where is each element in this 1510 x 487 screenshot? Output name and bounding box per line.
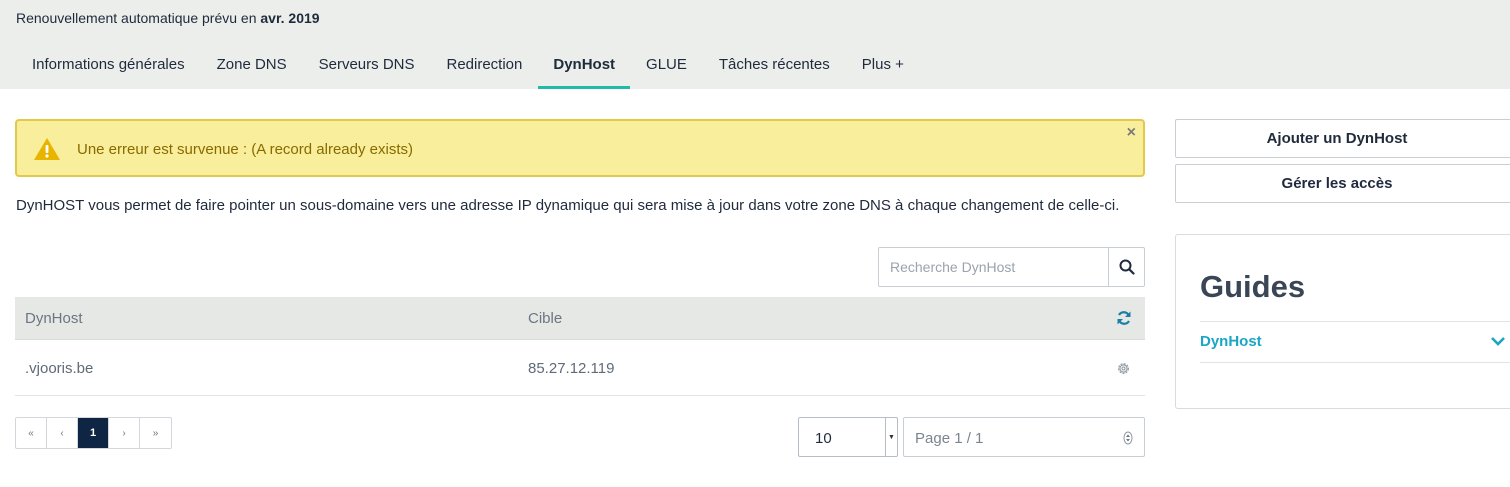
spinner-arrows-icon [1123,431,1133,445]
page-select-value: Page 1 / 1 [915,430,984,447]
tab-redirection[interactable]: Redirection [430,46,538,89]
manage-access-label: Gérer les accès [1281,175,1393,192]
refresh-icon[interactable] [1116,310,1132,326]
manage-access-button[interactable]: Gérer les accès [1175,164,1510,203]
column-header-dynhost[interactable]: DynHost [25,310,83,327]
divider [1200,321,1510,322]
add-dynhost-button[interactable]: Ajouter un DynHost [1175,119,1510,158]
prev-page-button[interactable]: ‹ [47,418,78,448]
per-page-value: 10 [815,430,832,447]
close-icon[interactable]: × [1127,124,1136,142]
next-page-button[interactable]: › [109,418,140,448]
table-row: .vjooris.be 85.27.12.119 [15,340,1145,396]
dynhost-table: DynHost Cible .vjooris.be 85.27.12.119 [15,297,1145,396]
search-button[interactable] [1108,248,1144,286]
per-page-select[interactable]: 10 ▼ [798,417,898,457]
add-dynhost-label: Ajouter un DynHost [1266,130,1408,147]
warning-icon [34,138,60,160]
tab-dns-zone[interactable]: Zone DNS [201,46,303,89]
gear-icon[interactable] [1116,361,1131,376]
first-page-button[interactable]: « [16,418,47,448]
error-alert: Une erreur est survenue : (A record alre… [15,119,1145,177]
last-page-button[interactable]: » [140,418,171,448]
tab-dns-servers[interactable]: Serveurs DNS [303,46,431,89]
guide-link-dynhost[interactable]: DynHost [1200,333,1262,350]
renewal-date: avr. 2019 [260,10,320,26]
guides-title: Guides [1200,269,1306,304]
guides-panel: Guides DynHost [1175,234,1510,409]
chevron-down-icon: ▼ [885,418,897,456]
renewal-notice: Renouvellement automatique prévu en avr.… [16,10,320,26]
dynhost-cell: .vjooris.be [25,360,94,377]
tab-bar: Informations générales Zone DNS Serveurs… [16,46,920,89]
page-select[interactable]: Page 1 / 1 [903,417,1145,457]
renewal-prefix: Renouvellement automatique prévu en [16,10,257,26]
divider [1200,362,1510,363]
chevron-down-icon[interactable] [1490,335,1506,347]
current-page-button[interactable]: 1 [78,418,109,448]
search-box [878,247,1145,287]
dynhost-description: DynHOST vous permet de faire pointer un … [16,197,1120,214]
tab-glue[interactable]: GLUE [630,46,703,89]
target-cell: 85.27.12.119 [528,360,615,377]
search-input[interactable] [879,248,1109,286]
tab-more[interactable]: Plus + [846,46,920,89]
table-header: DynHost Cible [15,297,1145,340]
pagination: « ‹ 1 › » [15,417,172,449]
tab-recent-tasks[interactable]: Tâches récentes [703,46,846,89]
alert-message: Une erreur est survenue : (A record alre… [77,141,413,158]
column-header-target[interactable]: Cible [528,310,562,327]
search-icon [1119,259,1135,275]
domain-header: Renouvellement automatique prévu en avr.… [0,0,1510,89]
tab-dynhost[interactable]: DynHost [538,46,631,89]
tab-general-info[interactable]: Informations générales [16,46,201,89]
